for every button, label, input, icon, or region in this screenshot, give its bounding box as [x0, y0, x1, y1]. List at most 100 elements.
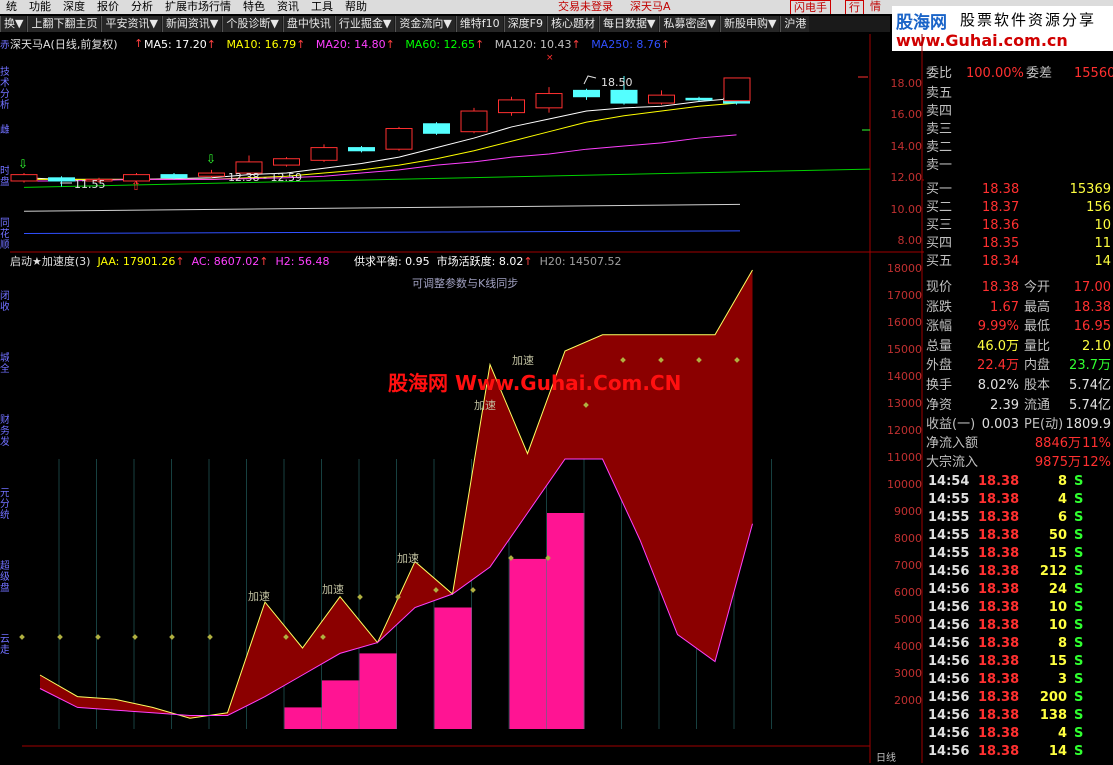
signal-dot — [57, 634, 63, 640]
brand-slogan: 股票软件资源分享 — [960, 11, 1097, 29]
buy-row[interactable]: 买一 18.38 15369 — [924, 181, 1113, 199]
sell-row[interactable]: 卖二 — [924, 139, 1113, 157]
buy-price: 18.34 — [982, 254, 1020, 269]
ratio-value: 100.00% — [966, 66, 1024, 81]
tick-side: S — [1074, 708, 1084, 723]
tick-price: 18.38 — [978, 618, 1020, 633]
quote-row: 净资 2.39 流通 5.74亿 — [924, 397, 1113, 415]
kaxis-tick: 8.00 — [897, 234, 923, 247]
quote-value: 17.00 — [1073, 280, 1111, 295]
ma250-line — [23, 230, 741, 234]
candle-body — [310, 147, 338, 161]
tick-time: 14:56 — [928, 618, 970, 633]
flow-percent: 11% — [1082, 436, 1111, 451]
tick-side: S — [1074, 510, 1084, 525]
tick-time: 14:56 — [928, 564, 970, 579]
buy-label: 买二 — [926, 200, 953, 215]
tick-price: 18.38 — [978, 546, 1020, 561]
candle-body — [385, 128, 413, 150]
candle-body — [460, 110, 488, 133]
ma10-line — [24, 102, 737, 180]
marker-icon: × — [546, 53, 554, 63]
tick-side: S — [1074, 492, 1084, 507]
watermark-text: 股海网 Www.Guhai.Com.CN — [388, 371, 682, 395]
quote-value: 9.99% — [977, 319, 1019, 335]
iaxis-tick: 7000 — [894, 559, 922, 572]
buy-row[interactable]: 买五 18.34 14 — [924, 253, 1113, 271]
ratio-row: 委比 100.00% 委差 15560 — [924, 65, 1113, 83]
quote-label: 内盘 — [1024, 358, 1051, 374]
tick-row: 14:55 18.38 15 S — [924, 545, 1113, 563]
buy-label: 买四 — [926, 236, 953, 251]
accel-label: 加速 — [512, 354, 534, 367]
quote-value: 0.003 — [981, 417, 1019, 433]
iaxis-tick: 2000 — [894, 694, 922, 707]
tick-price: 18.38 — [978, 636, 1020, 651]
flow-label: 净流入额 — [926, 436, 979, 451]
tick-time: 14:56 — [928, 654, 970, 669]
tick-time: 14:56 — [928, 600, 970, 615]
iaxis-tick: 8000 — [894, 532, 922, 545]
sell-label: 卖二 — [926, 140, 953, 155]
tick-side: S — [1074, 528, 1084, 543]
quote-row: 换手 8.02% 股本 5.74亿 — [924, 377, 1113, 395]
candle-body — [573, 89, 600, 98]
sell-row[interactable]: 卖三 — [924, 121, 1113, 139]
tick-row: 14:56 18.38 10 S — [924, 599, 1113, 617]
iaxis-tick: 12000 — [887, 424, 922, 437]
iaxis-tick: 6000 — [894, 586, 922, 599]
quote-label: 涨幅 — [926, 319, 953, 335]
iaxis-tick: 18000 — [887, 262, 922, 275]
quote-label: 最高 — [1024, 299, 1051, 315]
tick-row: 14:56 18.38 3 S — [924, 671, 1113, 689]
quote-label: 外盘 — [926, 358, 953, 374]
signal-dot — [132, 634, 138, 640]
low-price-label: 11.55 — [74, 178, 106, 191]
kaxis-tick: 14.00 — [890, 140, 923, 153]
iaxis-tick: 4000 — [894, 640, 922, 653]
tick-price: 18.38 — [978, 726, 1020, 741]
buy-row[interactable]: 买四 18.35 11 — [924, 235, 1113, 253]
tick-side: S — [1074, 672, 1084, 687]
quote-value: 2.39 — [990, 397, 1019, 413]
sell-row[interactable]: 卖五 — [924, 85, 1113, 103]
buy-signal-icon: ⇩ — [18, 157, 28, 171]
period-tag[interactable]: 日线 — [876, 752, 896, 765]
buy-row[interactable]: 买二 18.37 156 — [924, 199, 1113, 217]
quote-value: 16.95 — [1073, 319, 1111, 335]
quote-label: 股本 — [1024, 378, 1051, 393]
tick-volume: 15 — [1048, 546, 1067, 561]
tick-row: 14:56 18.38 15 S — [924, 653, 1113, 671]
quote-value: 23.7万 — [1069, 358, 1111, 374]
candle-body — [160, 174, 188, 179]
buy-label: 买一 — [926, 182, 953, 197]
buy-price: 18.36 — [982, 218, 1020, 233]
tick-price: 18.38 — [978, 474, 1020, 489]
sell-row[interactable]: 卖四 — [924, 103, 1113, 121]
buy-signal-icon: ⇩ — [206, 152, 216, 166]
tick-price: 18.38 — [978, 564, 1020, 579]
tick-row: 14:56 18.38 138 S — [924, 707, 1113, 725]
iaxis-tick: 15000 — [887, 343, 922, 356]
tick-row: 14:56 18.38 212 S — [924, 563, 1113, 581]
accel-label: 加速 — [322, 583, 344, 596]
quote-label: 最低 — [1024, 319, 1051, 335]
tick-side: S — [1074, 546, 1084, 561]
sell-row[interactable]: 卖一 — [924, 157, 1113, 175]
candle-body — [48, 177, 75, 182]
quote-label: 流通 — [1024, 397, 1051, 413]
buy-row[interactable]: 买三 18.36 10 — [924, 217, 1113, 235]
tick-time: 14:56 — [928, 744, 970, 759]
quote-value: 2.10 — [1082, 338, 1111, 354]
tick-price: 18.38 — [978, 744, 1020, 759]
tick-time: 14:56 — [928, 582, 970, 597]
tick-time: 14:54 — [928, 474, 970, 489]
indicator-panel: 加速加速加速加速加速 — [19, 269, 870, 747]
kaxis-tick: 16.00 — [890, 108, 923, 121]
diff-value: 15560 — [1074, 66, 1113, 81]
sell-signal-icon: ⇧ — [131, 179, 141, 193]
tick-price: 18.38 — [978, 708, 1020, 723]
quote-value: 46.0万 — [977, 338, 1019, 354]
candle-body — [423, 123, 450, 134]
tick-time: 14:55 — [928, 510, 970, 525]
